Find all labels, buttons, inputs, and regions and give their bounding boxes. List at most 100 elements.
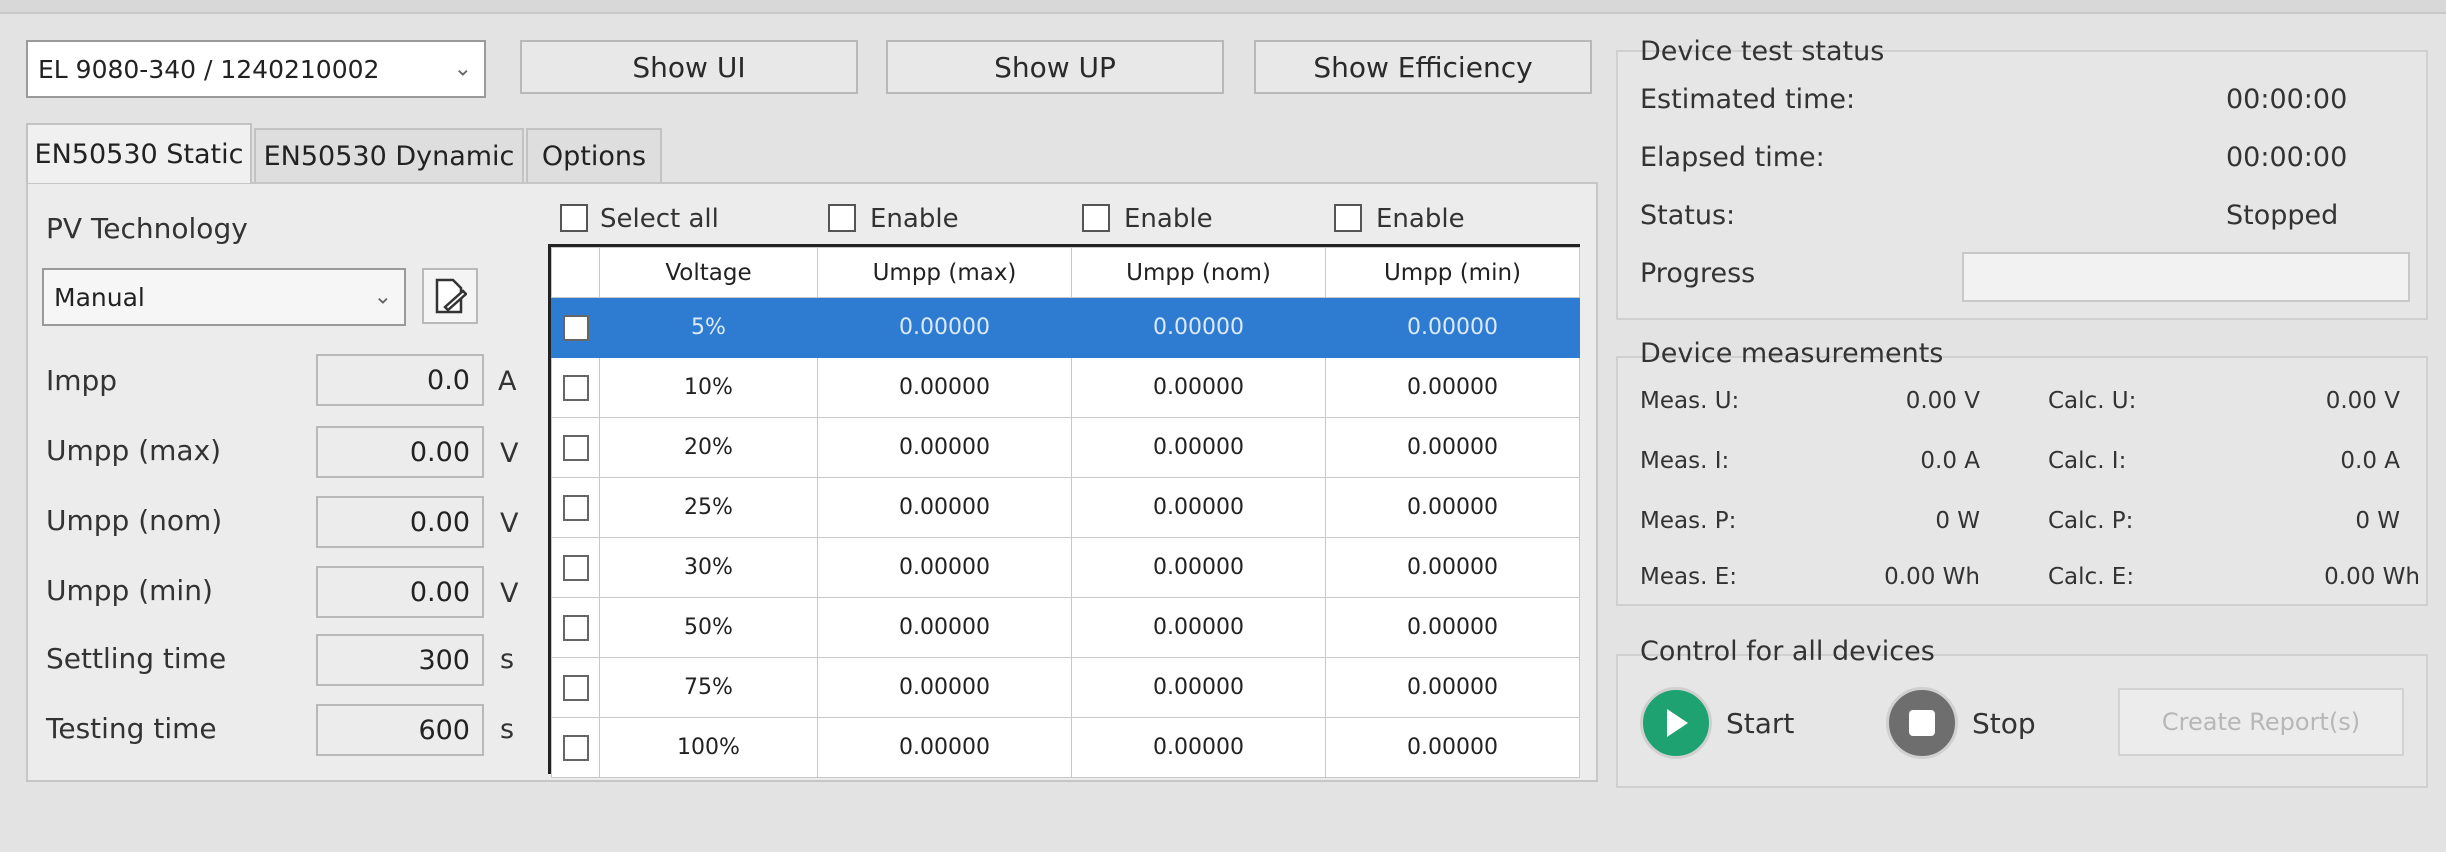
table-row[interactable]: 100% 0.00000 0.00000 0.00000 <box>551 717 1580 778</box>
estimated-time-value: 00:00:00 <box>2226 84 2348 115</box>
start-label: Start <box>1726 706 1795 740</box>
table-row[interactable]: 10% 0.00000 0.00000 0.00000 <box>551 357 1580 418</box>
cell-voltage[interactable]: 30% <box>599 537 818 598</box>
show-efficiency-button[interactable]: Show Efficiency <box>1254 40 1592 94</box>
show-up-button[interactable]: Show UP <box>886 40 1224 94</box>
cell-umpp-min[interactable]: 0.00000 <box>1325 597 1580 658</box>
start-button[interactable]: Start <box>1640 687 1800 759</box>
cell-umpp-nom[interactable]: 0.00000 <box>1071 417 1326 478</box>
elapsed-time-label: Elapsed time: <box>1640 142 1825 173</box>
table-row[interactable]: 30% 0.00000 0.00000 0.00000 <box>551 537 1580 598</box>
umpp-min-unit: V <box>500 578 519 609</box>
stop-label: Stop <box>1972 706 2036 740</box>
umpp-min-label: Umpp (min) <box>46 574 213 607</box>
cell-umpp-nom[interactable]: 0.00000 <box>1071 297 1326 358</box>
table-row[interactable]: 75% 0.00000 0.00000 0.00000 <box>551 657 1580 718</box>
cell-voltage[interactable]: 20% <box>599 417 818 478</box>
row-checkbox[interactable] <box>562 494 589 521</box>
table-row[interactable]: 5% 0.00000 0.00000 0.00000 <box>551 297 1580 358</box>
row-checkbox[interactable] <box>562 434 589 461</box>
table-header-voltage[interactable]: Voltage <box>599 247 818 298</box>
cell-umpp-max[interactable]: 0.00000 <box>817 597 1072 658</box>
create-reports-button[interactable]: Create Report(s) <box>2118 688 2404 756</box>
cell-umpp-nom[interactable]: 0.00000 <box>1071 597 1326 658</box>
row-checkbox-cell[interactable] <box>551 537 600 598</box>
enable-umpp-nom-checkbox[interactable] <box>1082 204 1110 232</box>
table-header-umpp-nom[interactable]: Umpp (nom) <box>1071 247 1326 298</box>
row-checkbox-cell[interactable] <box>551 657 600 718</box>
tab-en50530-dynamic[interactable]: EN50530 Dynamic <box>254 128 524 182</box>
impp-unit: A <box>498 366 517 397</box>
cell-umpp-nom[interactable]: 0.00000 <box>1071 357 1326 418</box>
umpp-min-input[interactable]: 0.00 <box>316 566 484 618</box>
settling-time-input[interactable]: 300 <box>316 634 484 686</box>
enable-umpp-nom-label: Enable <box>1124 204 1213 234</box>
row-checkbox-cell[interactable] <box>551 357 600 418</box>
device-measurements-title: Device measurements <box>1640 338 1944 369</box>
row-checkbox[interactable] <box>562 554 589 581</box>
play-icon <box>1640 687 1712 759</box>
cell-voltage[interactable]: 50% <box>599 597 818 658</box>
cell-umpp-max[interactable]: 0.00000 <box>817 297 1072 358</box>
settling-time-label: Settling time <box>46 642 227 675</box>
row-checkbox-cell[interactable] <box>551 717 600 778</box>
umpp-nom-input[interactable]: 0.00 <box>316 496 484 548</box>
show-ui-button[interactable]: Show UI <box>520 40 858 94</box>
row-checkbox[interactable] <box>562 614 589 641</box>
table-row[interactable]: 50% 0.00000 0.00000 0.00000 <box>551 597 1580 658</box>
device-select[interactable]: EL 9080-340 / 1240210002 ⌄ <box>26 40 486 98</box>
control-title: Control for all devices <box>1640 636 1935 667</box>
meas-u-value: 0.00 V <box>1905 388 1980 414</box>
testing-time-input[interactable]: 600 <box>316 704 484 756</box>
cell-umpp-max[interactable]: 0.00000 <box>817 417 1072 478</box>
row-checkbox[interactable] <box>562 314 589 341</box>
table-header-umpp-max[interactable]: Umpp (max) <box>817 247 1072 298</box>
enable-umpp-max-checkbox[interactable] <box>828 204 856 232</box>
cell-umpp-min[interactable]: 0.00000 <box>1325 477 1580 538</box>
cell-voltage[interactable]: 75% <box>599 657 818 718</box>
tab-en50530-static[interactable]: EN50530 Static <box>26 123 252 183</box>
row-checkbox-cell[interactable] <box>551 297 600 358</box>
cell-umpp-max[interactable]: 0.00000 <box>817 357 1072 418</box>
cell-umpp-max[interactable]: 0.00000 <box>817 537 1072 598</box>
cell-umpp-min[interactable]: 0.00000 <box>1325 717 1580 778</box>
row-checkbox-cell[interactable] <box>551 477 600 538</box>
cell-umpp-nom[interactable]: 0.00000 <box>1071 477 1326 538</box>
row-checkbox[interactable] <box>562 734 589 761</box>
cell-umpp-min[interactable]: 0.00000 <box>1325 537 1580 598</box>
umpp-nom-unit: V <box>500 508 519 539</box>
cell-umpp-max[interactable]: 0.00000 <box>817 657 1072 718</box>
cell-umpp-nom[interactable]: 0.00000 <box>1071 717 1326 778</box>
cell-voltage[interactable]: 10% <box>599 357 818 418</box>
window-top-edge <box>0 0 2446 14</box>
cell-voltage[interactable]: 100% <box>599 717 818 778</box>
tab-options[interactable]: Options <box>526 128 662 182</box>
row-checkbox-cell[interactable] <box>551 597 600 658</box>
calc-u-value: 0.00 V <box>2325 388 2400 414</box>
cell-umpp-min[interactable]: 0.00000 <box>1325 657 1580 718</box>
cell-voltage[interactable]: 5% <box>599 297 818 358</box>
meas-u-label: Meas. U: <box>1640 388 1740 414</box>
cell-voltage[interactable]: 25% <box>599 477 818 538</box>
cell-umpp-max[interactable]: 0.00000 <box>817 477 1072 538</box>
cell-umpp-max[interactable]: 0.00000 <box>817 717 1072 778</box>
edit-technology-button[interactable] <box>422 268 478 324</box>
cell-umpp-nom[interactable]: 0.00000 <box>1071 537 1326 598</box>
row-checkbox[interactable] <box>562 374 589 401</box>
row-checkbox-cell[interactable] <box>551 417 600 478</box>
umpp-nom-label: Umpp (nom) <box>46 504 223 537</box>
umpp-max-input[interactable]: 0.00 <box>316 426 484 478</box>
table-row[interactable]: 25% 0.00000 0.00000 0.00000 <box>551 477 1580 538</box>
stop-button[interactable]: Stop <box>1886 687 2046 759</box>
enable-umpp-min-checkbox[interactable] <box>1334 204 1362 232</box>
cell-umpp-nom[interactable]: 0.00000 <box>1071 657 1326 718</box>
select-all-checkbox[interactable] <box>560 204 588 232</box>
table-header-umpp-min[interactable]: Umpp (min) <box>1325 247 1580 298</box>
impp-input[interactable]: 0.0 <box>316 354 484 406</box>
cell-umpp-min[interactable]: 0.00000 <box>1325 357 1580 418</box>
row-checkbox[interactable] <box>562 674 589 701</box>
cell-umpp-min[interactable]: 0.00000 <box>1325 297 1580 358</box>
cell-umpp-min[interactable]: 0.00000 <box>1325 417 1580 478</box>
pv-technology-select[interactable]: Manual ⌄ <box>42 268 406 326</box>
table-row[interactable]: 20% 0.00000 0.00000 0.00000 <box>551 417 1580 478</box>
